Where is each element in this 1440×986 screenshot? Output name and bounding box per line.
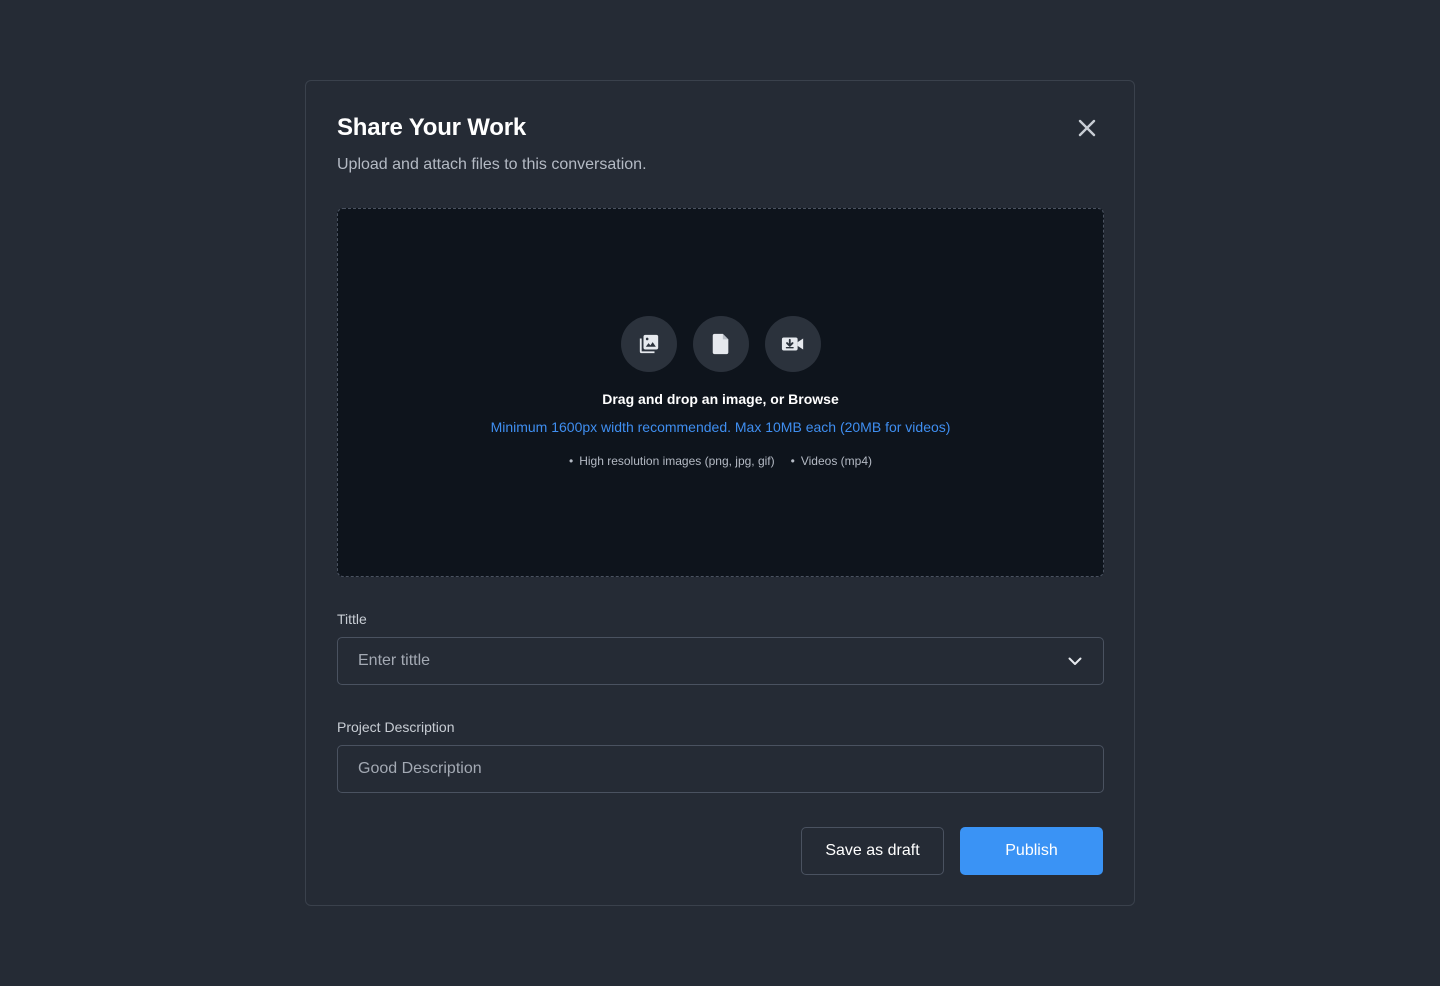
save-draft-button[interactable]: Save as draft [801, 827, 944, 875]
dropzone-instruction: Drag and drop an image, or Browse [602, 391, 839, 407]
description-label: Project Description [337, 719, 455, 735]
chevron-down-icon[interactable] [1067, 653, 1083, 669]
file-type-images: High resolution images (png, jpg, gif) [569, 454, 774, 468]
dropzone-size-hint: Minimum 1600px width recommended. Max 10… [490, 419, 951, 435]
description-field[interactable] [337, 745, 1104, 793]
video-import-icon [781, 337, 803, 351]
title-input[interactable] [358, 652, 1067, 670]
title-label: Tittle [337, 611, 367, 627]
file-type-videos: Videos (mp4) [791, 454, 872, 468]
modal-title: Share Your Work [337, 114, 527, 141]
title-select[interactable] [337, 637, 1104, 685]
video-upload-button[interactable] [764, 316, 821, 372]
image-upload-button[interactable] [620, 316, 677, 372]
image-gallery-icon [639, 334, 658, 354]
upload-type-icons [338, 316, 1103, 372]
publish-button[interactable]: Publish [960, 827, 1103, 875]
document-upload-button[interactable] [692, 316, 749, 372]
document-icon [712, 333, 728, 355]
modal-subtitle: Upload and attach files to this conversa… [337, 156, 647, 173]
close-button[interactable] [1072, 113, 1102, 143]
share-work-modal: Share Your Work Upload and attach files … [305, 80, 1135, 906]
dropzone-file-types: High resolution images (png, jpg, gif) V… [338, 454, 1103, 468]
file-dropzone[interactable]: Drag and drop an image, or Browse Minimu… [337, 208, 1104, 577]
description-input[interactable] [358, 760, 1083, 778]
close-icon [1078, 119, 1096, 137]
